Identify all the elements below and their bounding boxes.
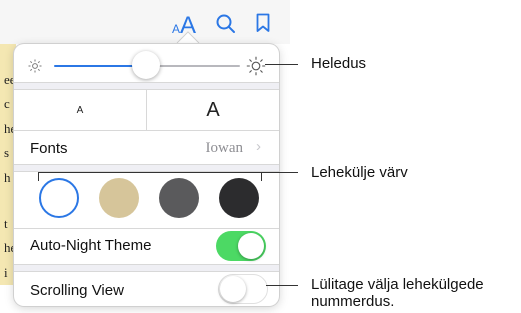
auto-night-row: Auto-Night Theme (14, 229, 279, 265)
book-text-fragment: t (4, 216, 8, 231)
brightness-low-icon (28, 59, 42, 73)
bookmark-icon (256, 13, 270, 32)
gray-page-swatch[interactable] (159, 178, 199, 218)
book-text-fragment: s (4, 145, 10, 160)
section-divider (14, 164, 279, 172)
page-color-callout-text: Lehekülje värv (311, 164, 408, 181)
auto-night-label: Auto-Night Theme (30, 237, 152, 254)
brightness-high-icon (246, 56, 266, 76)
increase-font-button[interactable]: A (147, 90, 279, 130)
book-text-fragment: h (4, 170, 11, 185)
fonts-label: Fonts (30, 140, 68, 157)
book-text-fragment: c (4, 96, 10, 111)
brightness-callout-line (265, 64, 298, 65)
bookmark-button[interactable] (256, 13, 270, 38)
scrolling-view-row: Scrolling View (14, 272, 279, 306)
page-color-bracket (38, 172, 262, 181)
toggle-knob (238, 233, 264, 259)
reader-toolbar: AA (0, 0, 290, 44)
scrolling-callout-line (266, 285, 298, 286)
section-divider (14, 82, 279, 90)
small-a-glyph: A (172, 22, 181, 36)
toggle-knob (220, 276, 246, 302)
slider-empty-track (146, 65, 240, 67)
slider-thumb[interactable] (132, 51, 160, 79)
search-button[interactable] (216, 14, 236, 39)
book-text-fragment: i (4, 265, 8, 280)
auto-night-toggle[interactable] (216, 231, 266, 261)
night-page-swatch[interactable] (219, 178, 259, 218)
section-divider (14, 264, 279, 272)
white-page-swatch[interactable] (39, 178, 79, 218)
brightness-callout-text: Heledus (311, 55, 367, 72)
scrolling-view-label: Scrolling View (30, 282, 124, 299)
fonts-value: Iowan (205, 140, 244, 156)
scrolling-view-toggle[interactable] (218, 274, 268, 304)
scrolling-callout-text-line2: nummerdus. (311, 293, 395, 310)
font-size-row: A A (14, 90, 279, 130)
sepia-page-swatch[interactable] (99, 178, 139, 218)
chevron-right-icon: › (256, 138, 261, 155)
search-icon (216, 14, 235, 33)
decrease-font-button[interactable]: A (14, 90, 146, 130)
scrolling-callout-text-line1: Lülitage välja lehekülgede (311, 276, 484, 293)
page-color-callout-line (260, 172, 298, 173)
fonts-row[interactable]: Fonts Iowan › (14, 131, 279, 166)
